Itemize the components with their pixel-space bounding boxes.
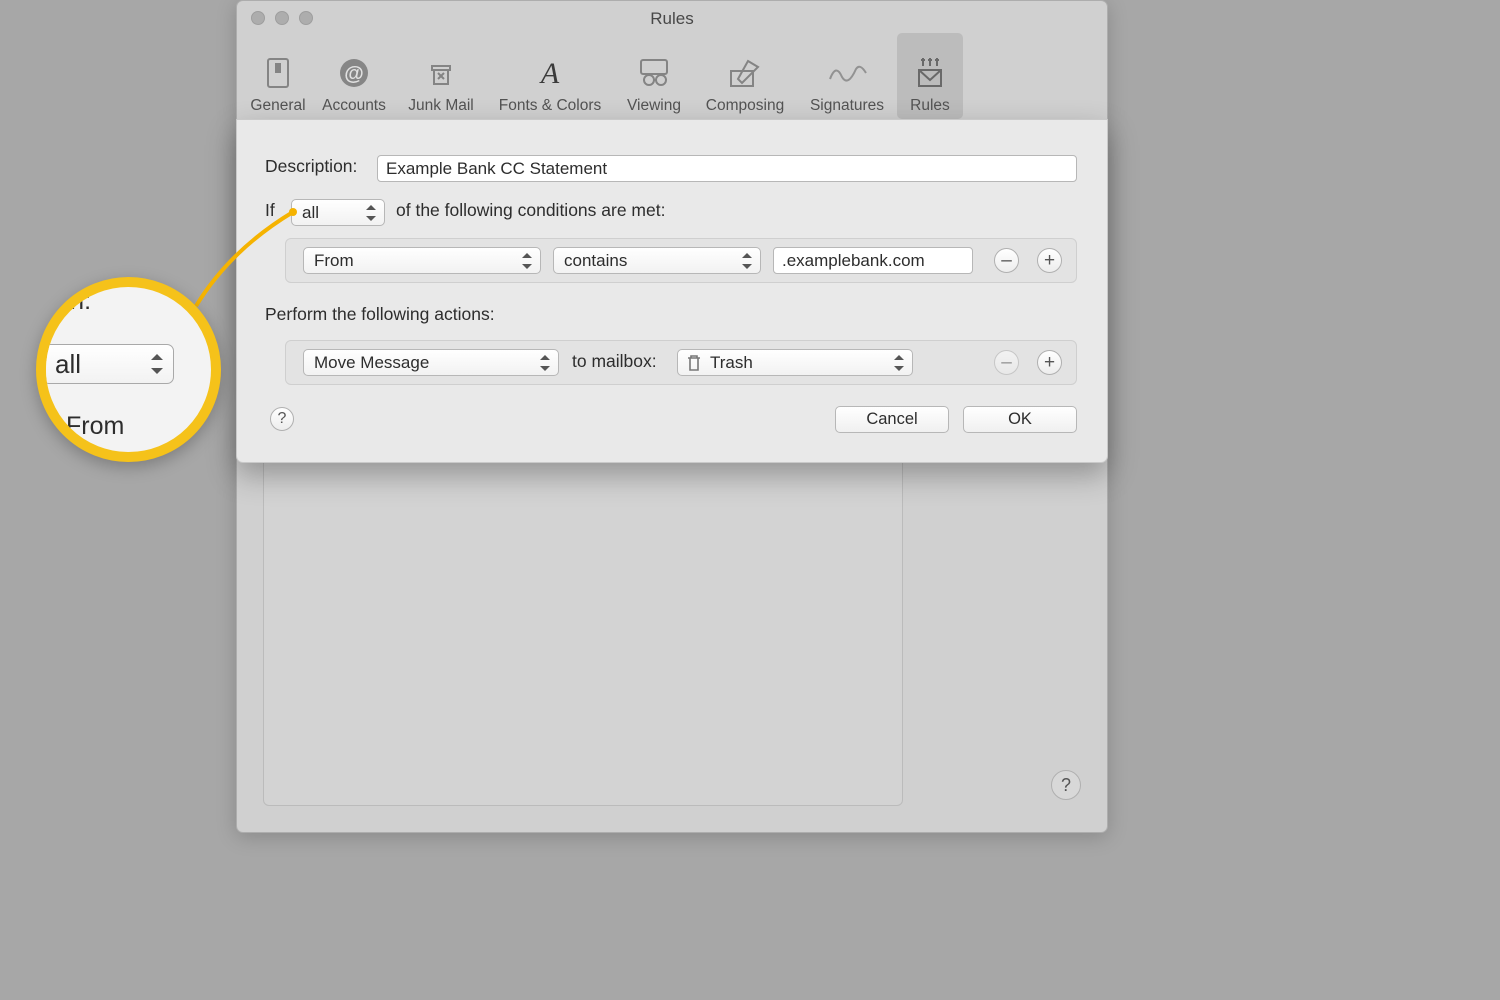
condition-operator-select[interactable]: contains bbox=[553, 247, 761, 274]
condition-field-value: From bbox=[314, 251, 354, 271]
toolbar-junk-mail[interactable]: Junk Mail bbox=[397, 33, 485, 119]
match-mode-select[interactable]: all bbox=[291, 199, 385, 226]
sheet-help-button[interactable]: ? bbox=[270, 407, 294, 431]
action-verb-select[interactable]: Move Message bbox=[303, 349, 559, 376]
to-mailbox-label: to mailbox: bbox=[572, 351, 657, 372]
ok-button[interactable]: OK bbox=[963, 406, 1077, 433]
updown-icon bbox=[151, 354, 165, 374]
actions-label: Perform the following actions: bbox=[265, 304, 495, 325]
toolbar-label: Junk Mail bbox=[408, 97, 473, 115]
updown-icon bbox=[540, 355, 552, 371]
cancel-button[interactable]: Cancel bbox=[835, 406, 949, 433]
callout-description-fragment: ription: bbox=[36, 287, 221, 316]
svg-text:A: A bbox=[539, 57, 560, 89]
trash-icon bbox=[686, 354, 702, 372]
toolbar: General @ Accounts Junk Mail A Fonts & C… bbox=[245, 33, 1099, 119]
general-icon bbox=[255, 53, 301, 93]
toolbar-viewing[interactable]: Viewing bbox=[615, 33, 693, 119]
callout-match-mode-select: all bbox=[42, 344, 174, 384]
toolbar-fonts-colors[interactable]: A Fonts & Colors bbox=[485, 33, 615, 119]
titlebar: Rules General @ Accounts Junk Mail A Fon… bbox=[237, 1, 1107, 120]
condition-operator-value: contains bbox=[564, 251, 627, 271]
window-title: Rules bbox=[237, 9, 1107, 29]
updown-icon bbox=[894, 355, 906, 371]
add-condition-button[interactable]: + bbox=[1037, 248, 1062, 273]
condition-value-input[interactable] bbox=[773, 247, 973, 274]
composing-icon bbox=[722, 53, 768, 93]
fonts-colors-icon: A bbox=[527, 53, 573, 93]
callout-from-fragment: From bbox=[66, 412, 221, 441]
toolbar-label: Fonts & Colors bbox=[499, 97, 602, 115]
toolbar-label: Signatures bbox=[810, 97, 884, 115]
action-mailbox-value: Trash bbox=[710, 353, 753, 373]
toolbar-label: Accounts bbox=[322, 97, 386, 115]
toolbar-signatures[interactable]: Signatures bbox=[797, 33, 897, 119]
toolbar-accounts[interactable]: @ Accounts bbox=[311, 33, 397, 119]
rules-list-area bbox=[263, 421, 903, 806]
toolbar-label: Composing bbox=[706, 97, 784, 115]
signatures-icon bbox=[824, 53, 870, 93]
toolbar-label: Viewing bbox=[627, 97, 681, 115]
callout-match-mode-value: all bbox=[55, 349, 81, 380]
action-verb-value: Move Message bbox=[314, 353, 429, 373]
toolbar-composing[interactable]: Composing bbox=[693, 33, 797, 119]
updown-icon bbox=[522, 253, 534, 269]
remove-action-button[interactable]: – bbox=[994, 350, 1019, 375]
updown-icon bbox=[366, 205, 378, 221]
description-input[interactable] bbox=[377, 155, 1077, 182]
if-suffix-label: of the following conditions are met: bbox=[396, 200, 665, 221]
toolbar-label: Rules bbox=[910, 97, 950, 115]
condition-field-select[interactable]: From bbox=[303, 247, 541, 274]
toolbar-rules[interactable]: Rules bbox=[897, 33, 963, 119]
toolbar-label: General bbox=[250, 97, 305, 115]
svg-text:@: @ bbox=[344, 63, 364, 85]
toolbar-general[interactable]: General bbox=[245, 33, 311, 119]
action-mailbox-select[interactable]: Trash bbox=[677, 349, 913, 376]
help-button[interactable]: ? bbox=[1051, 770, 1081, 800]
viewing-icon bbox=[631, 53, 677, 93]
description-label: Description: bbox=[265, 156, 357, 177]
updown-icon bbox=[742, 253, 754, 269]
rule-edit-sheet: Description: If all of the following con… bbox=[236, 119, 1108, 463]
zoom-callout: ription: all From bbox=[36, 277, 221, 462]
remove-condition-button[interactable]: – bbox=[994, 248, 1019, 273]
accounts-icon: @ bbox=[331, 53, 377, 93]
rules-icon bbox=[907, 53, 953, 93]
add-action-button[interactable]: + bbox=[1037, 350, 1062, 375]
junk-mail-icon bbox=[418, 53, 464, 93]
if-prefix-label: If bbox=[265, 200, 275, 221]
match-mode-value: all bbox=[302, 203, 319, 223]
